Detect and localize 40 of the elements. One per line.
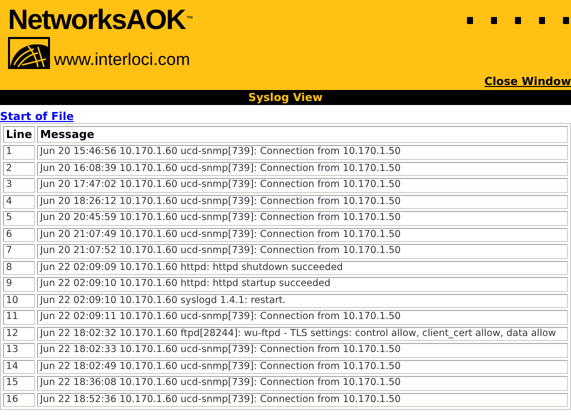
line-number-cell: 4 — [3, 194, 36, 209]
message-cell: Jun 20 17:47:02 10.170.1.60 ucd-snmp[739]: Connection from 10.170.1.50 — [37, 178, 568, 192]
message-cell: Jun 22 18:36:08 10.170.1.60 ucd-snmp[739]: Connection from 10.170.1.50 — [37, 376, 568, 390]
message-cell: Jun 20 20:45:59 10.170.1.60 ucd-snmp[739]: Connection from 10.170.1.50 — [37, 211, 568, 226]
line-number-cell: 13 — [3, 343, 36, 358]
message-cell: Jun 22 18:52:36 10.170.1.60 ucd-snmp[739]: Connection from 10.170.1.50 — [37, 392, 568, 407]
message-cell: Jun 20 15:46:56 10.170.1.60 ucd-snmp[739]: Connection from 10.170.1.50 — [37, 145, 568, 160]
message-cell: Jun 22 02:09:09 10.170.1.60 httpd: httpd shutdown succeeded — [37, 260, 568, 275]
line-number-cell: 16 — [3, 392, 36, 407]
page-title-bar: Syslog View — [0, 90, 571, 105]
message-cell: Jun 22 02:09:11 10.170.1.60 ucd-snmp[739]: Connection from 10.170.1.50 — [37, 310, 568, 324]
line-number-cell: 11 — [3, 310, 36, 324]
line-number-cell: 10 — [3, 294, 36, 308]
globe-logo-icon — [8, 37, 50, 69]
line-number-cell: 5 — [3, 211, 36, 226]
line-number-cell: 2 — [3, 162, 36, 176]
line-number-cell: 7 — [3, 244, 36, 258]
message-cell: Jun 22 02:09:10 10.170.1.60 httpd: httpd startup succeeded — [37, 277, 568, 292]
message-cell: Jun 20 16:08:39 10.170.1.60 ucd-snmp[739]: Connection from 10.170.1.50 — [37, 162, 568, 176]
line-number-cell: 1 — [3, 145, 36, 160]
message-cell: Jun 20 18:26:12 10.170.1.60 ucd-snmp[739]: Connection from 10.170.1.50 — [37, 194, 568, 209]
line-number-cell: 12 — [3, 326, 36, 341]
message-cell: Jun 20 21:07:49 10.170.1.60 ucd-snmp[739]: Connection from 10.170.1.50 — [37, 228, 568, 242]
message-cell: Jun 22 02:09:10 10.170.1.60 syslogd 1.4.1: restart. — [37, 294, 568, 308]
start-of-file-link[interactable]: Start of File — [0, 110, 74, 124]
square-dots-icon — [467, 17, 571, 24]
website-address: www.interloci.com — [54, 51, 190, 69]
message-cell: Jun 22 18:02:33 10.170.1.60 ucd-snmp[739]: Connection from 10.170.1.50 — [37, 343, 568, 358]
line-number-cell: 6 — [3, 228, 36, 242]
message-cell: Jun 22 18:02:32 10.170.1.60 ftpd[28244]: wu-ftpd - TLS settings: control allow, client_cert allow, data allow — [37, 326, 568, 341]
line-number-cell: 8 — [3, 260, 36, 275]
line-number-cell: 14 — [3, 360, 36, 374]
column-header: Line — [3, 126, 36, 143]
column-header: Message — [37, 126, 568, 143]
line-number-cell: 3 — [3, 178, 36, 192]
message-cell: Jun 22 18:02:49 10.170.1.60 ucd-snmp[739]: Connection from 10.170.1.50 — [37, 360, 568, 374]
line-number-cell: 15 — [3, 376, 36, 390]
close-window-link[interactable]: Close Window — [484, 75, 571, 88]
line-number-cell: 9 — [3, 277, 36, 292]
message-cell: Jun 20 21:07:52 10.170.1.60 ucd-snmp[739]: Connection from 10.170.1.50 — [37, 244, 568, 258]
